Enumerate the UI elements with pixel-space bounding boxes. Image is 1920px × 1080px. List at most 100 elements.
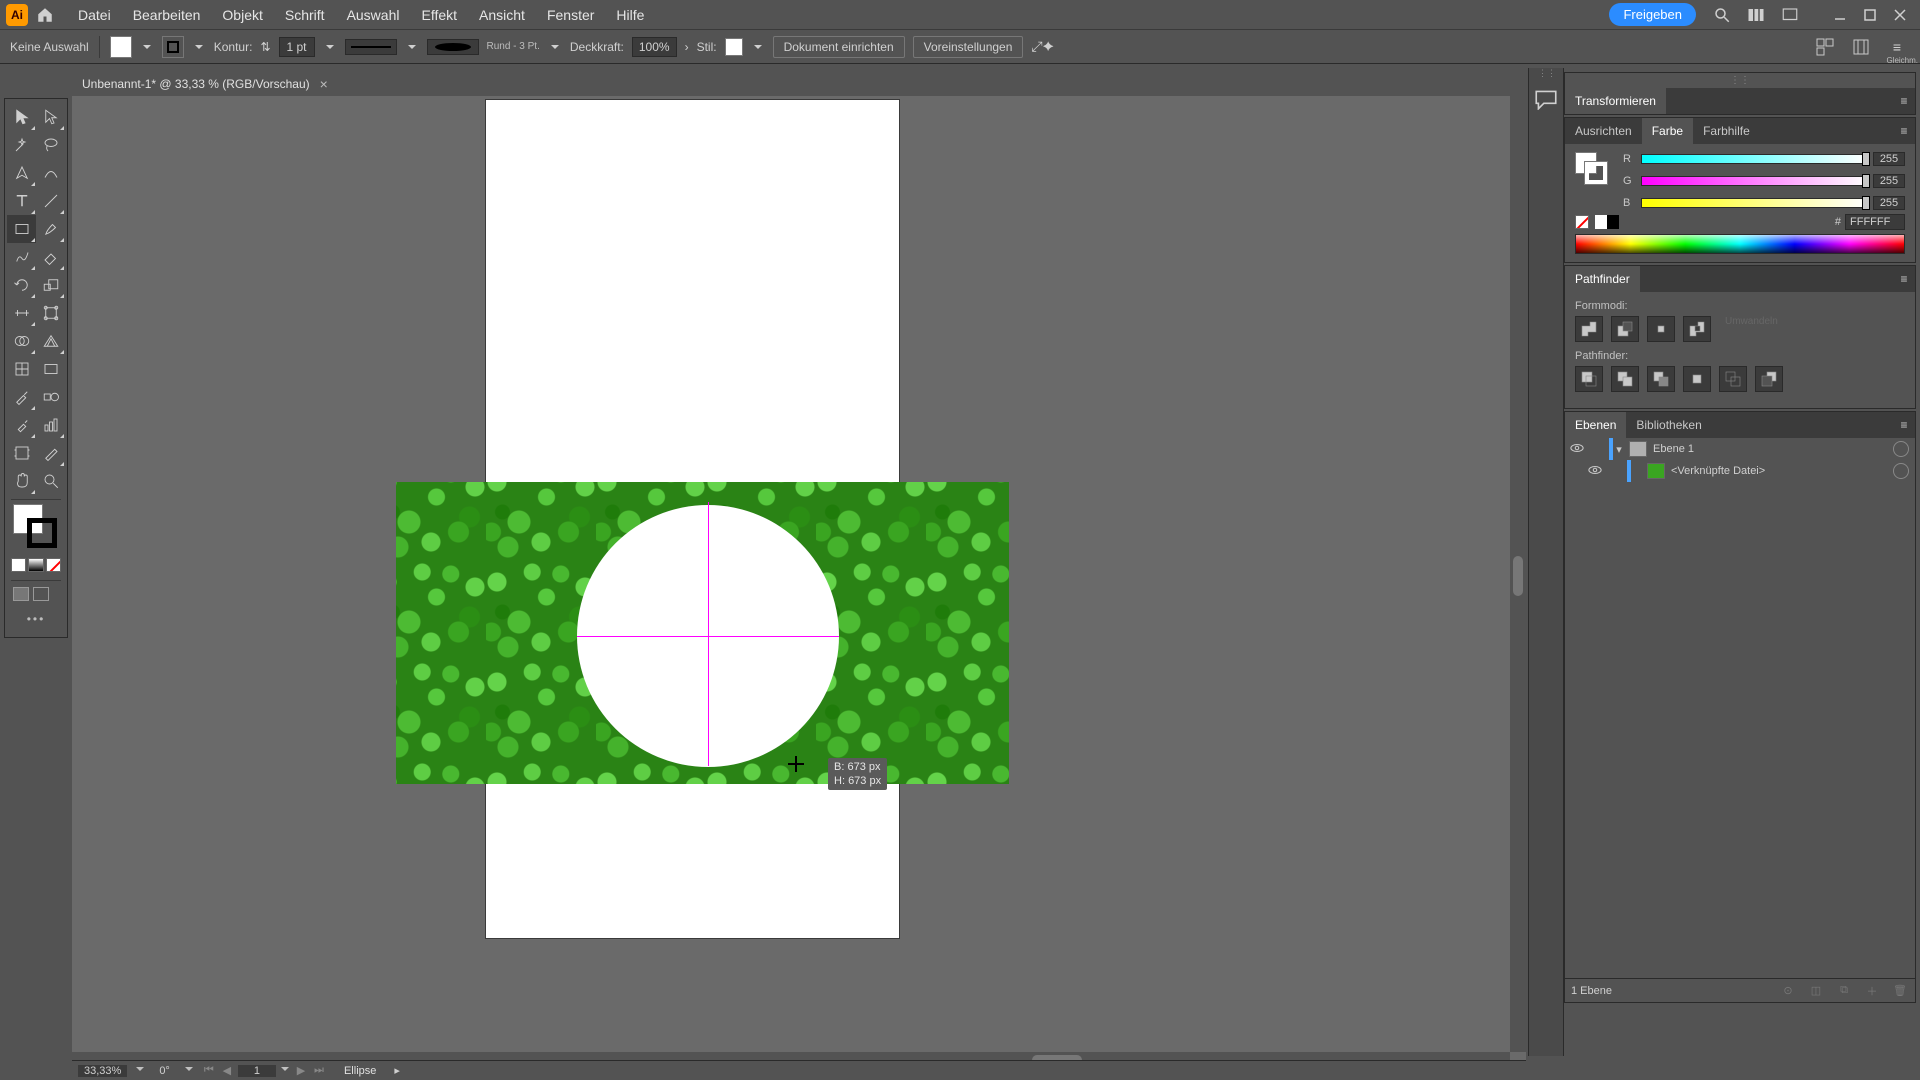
window-close-icon[interactable] — [1886, 5, 1914, 25]
slider-r[interactable] — [1641, 154, 1867, 164]
scale-tool[interactable] — [36, 271, 65, 299]
layer-twisty-icon[interactable]: ▾ — [1613, 443, 1625, 456]
brush-profile-dropdown-icon[interactable] — [548, 36, 562, 58]
slider-b-value[interactable]: 255 — [1873, 196, 1905, 210]
divide-button[interactable] — [1575, 366, 1603, 392]
layers-tab[interactable]: Ebenen — [1565, 412, 1626, 438]
pen-tool[interactable] — [7, 159, 36, 187]
slider-b[interactable] — [1641, 198, 1867, 208]
transform-icon[interactable]: ⤢✦ — [1031, 38, 1053, 55]
locate-object-icon[interactable]: ⊙ — [1779, 982, 1797, 1000]
stroke-weight-dropdown-icon[interactable] — [323, 36, 337, 58]
prev-artboard-icon[interactable]: ◀ — [220, 1064, 234, 1077]
arrange-documents-icon[interactable] — [1744, 3, 1768, 27]
comment-icon[interactable] — [1533, 88, 1559, 110]
width-tool[interactable] — [7, 299, 36, 327]
gradient-mode-button[interactable] — [28, 558, 43, 572]
stroke-stepper-icon[interactable]: ⇅ — [260, 40, 270, 54]
delete-layer-icon[interactable]: 🗑 — [1891, 982, 1909, 1000]
color-tab[interactable]: Farbe — [1642, 118, 1693, 144]
edit-toolbar-button[interactable]: ••• — [7, 605, 65, 633]
search-icon[interactable] — [1710, 3, 1734, 27]
hand-tool[interactable] — [7, 467, 36, 495]
layer-target-icon[interactable] — [1893, 463, 1909, 479]
menu-effekt[interactable]: Effekt — [411, 3, 467, 27]
slice-tool[interactable] — [36, 439, 65, 467]
align-tab[interactable]: Ausrichten — [1565, 118, 1642, 144]
shaper-tool[interactable] — [7, 243, 36, 271]
menu-datei[interactable]: Datei — [68, 3, 121, 27]
stroke-style-dropdown-icon[interactable] — [405, 36, 419, 58]
hex-field[interactable] — [1845, 214, 1905, 230]
zoom-dropdown-icon[interactable] — [135, 1064, 145, 1077]
line-tool[interactable] — [36, 187, 65, 215]
slider-g[interactable] — [1641, 176, 1867, 186]
layer-name[interactable]: Ebene 1 — [1651, 443, 1893, 455]
trim-button[interactable] — [1611, 366, 1639, 392]
document-tab[interactable]: Unbenannt-1* @ 33,33 % (RGB/Vorschau) × — [72, 72, 338, 96]
menu-auswahl[interactable]: Auswahl — [337, 3, 410, 27]
rotation-dropdown-icon[interactable] — [184, 1064, 194, 1077]
menu-bearbeiten[interactable]: Bearbeiten — [123, 3, 211, 27]
rotate-tool[interactable] — [7, 271, 36, 299]
fill-stroke-indicator[interactable] — [13, 504, 65, 554]
layer-row-1[interactable]: ▾ Ebene 1 — [1565, 438, 1915, 460]
color-none-icon[interactable] — [1575, 215, 1589, 229]
color-mode-button[interactable] — [11, 558, 26, 572]
slider-r-value[interactable]: 255 — [1873, 152, 1905, 166]
fill-swatch[interactable] — [110, 36, 132, 58]
blend-tool[interactable] — [36, 383, 65, 411]
menu-ansicht[interactable]: Ansicht — [469, 3, 535, 27]
expand-button[interactable]: Umwandeln — [1725, 316, 1778, 342]
transform-grip-icon[interactable]: ⋮⋮ — [1565, 73, 1915, 88]
minus-back-button[interactable] — [1755, 366, 1783, 392]
window-minimize-icon[interactable] — [1826, 5, 1854, 25]
mesh-tool[interactable] — [7, 355, 36, 383]
document-tab-close-icon[interactable]: × — [320, 76, 328, 92]
color-panel-menu-icon[interactable]: ≡ — [1893, 124, 1915, 138]
home-icon[interactable] — [34, 4, 56, 26]
new-sublayer-icon[interactable]: ⧉ — [1835, 982, 1853, 1000]
opacity-field[interactable]: 100% — [632, 37, 677, 57]
rotation-field[interactable]: 0° — [153, 1065, 176, 1077]
next-artboard-icon[interactable]: ▶ — [294, 1064, 308, 1077]
menu-schrift[interactable]: Schrift — [275, 3, 335, 27]
lasso-tool[interactable] — [36, 131, 65, 159]
eyedropper-tool[interactable] — [7, 383, 36, 411]
layer-name[interactable]: <Verknüpfte Datei> — [1669, 465, 1893, 477]
libraries-tab[interactable]: Bibliotheken — [1626, 412, 1711, 438]
brush-profile-preview[interactable] — [427, 39, 479, 55]
color-spectrum[interactable] — [1575, 234, 1905, 254]
stroke-profile-preview[interactable]: Gleichm. — [345, 39, 397, 55]
canvas[interactable]: B: 673 px H: 673 px — [72, 96, 1526, 1068]
curvature-tool[interactable] — [36, 159, 65, 187]
document-setup-button[interactable]: Dokument einrichten — [773, 36, 905, 58]
stroke-dropdown-icon[interactable] — [192, 36, 206, 58]
unite-button[interactable] — [1575, 316, 1603, 342]
perspective-grid-tool[interactable] — [36, 327, 65, 355]
first-artboard-icon[interactable]: ⏮ — [202, 1064, 216, 1077]
colorguide-tab[interactable]: Farbhilfe — [1693, 118, 1760, 144]
workspace-icon[interactable] — [1778, 3, 1802, 27]
menu-fenster[interactable]: Fenster — [537, 3, 604, 27]
gradient-tool[interactable] — [36, 355, 65, 383]
color-fillstroke-indicator[interactable] — [1575, 152, 1609, 186]
symbol-sprayer-tool[interactable] — [7, 411, 36, 439]
rectangle-tool[interactable] — [7, 215, 36, 243]
zoom-field[interactable]: 33,33% — [78, 1065, 127, 1077]
layer-target-icon[interactable] — [1893, 441, 1909, 457]
intersect-button[interactable] — [1647, 316, 1675, 342]
direct-selection-tool[interactable] — [36, 103, 65, 131]
color-bw-icon[interactable] — [1595, 215, 1619, 229]
artboard-dropdown-icon[interactable] — [280, 1064, 290, 1077]
controlbar-menu-icon[interactable]: ≡ — [1884, 36, 1910, 58]
preferences-button[interactable]: Voreinstellungen — [913, 36, 1024, 58]
magic-wand-tool[interactable] — [7, 131, 36, 159]
last-artboard-icon[interactable]: ⏭ — [312, 1064, 326, 1077]
shape-builder-tool[interactable] — [7, 327, 36, 355]
free-transform-tool[interactable] — [36, 299, 65, 327]
menu-objekt[interactable]: Objekt — [212, 3, 272, 27]
column-graph-tool[interactable] — [36, 411, 65, 439]
layer-visibility-icon[interactable] — [1565, 441, 1589, 458]
opacity-expand-icon[interactable]: › — [685, 40, 689, 54]
